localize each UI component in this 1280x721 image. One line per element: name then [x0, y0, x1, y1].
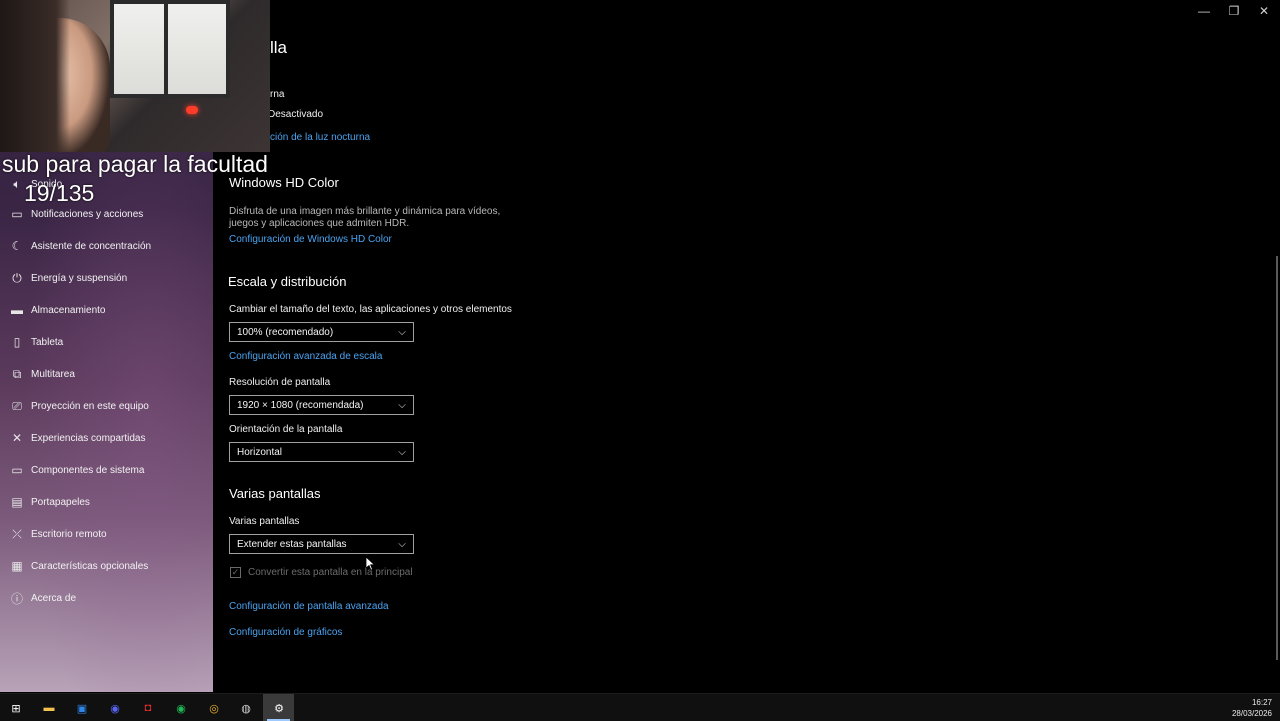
sidebar-item[interactable]: ▬ Almacenamiento: [0, 296, 213, 324]
spotify-icon[interactable]: ◉: [171, 698, 191, 718]
clock-time: 16:27: [1251, 698, 1272, 707]
night-light-settings-link[interactable]: ción de la luz nocturna: [270, 132, 370, 143]
minimize-button[interactable]: —: [1189, 2, 1219, 20]
sidebar-item-label: Notificaciones y acciones: [31, 208, 144, 220]
orientation-dropdown[interactable]: Horizontal ⌵: [229, 442, 414, 462]
start-icon[interactable]: ⊞: [6, 698, 26, 718]
sidebar-item-label: Asistente de concentración: [31, 240, 152, 252]
chevron-down-icon: ⌵: [398, 326, 406, 338]
storage-icon: ▬: [11, 303, 23, 317]
power-icon: ⏻: [12, 270, 22, 285]
sidebar-item-label: Multitarea: [31, 368, 75, 380]
night-light-status[interactable]: Desactivado: [268, 109, 323, 120]
system-components-icon: ▭: [11, 463, 23, 477]
discord-icon[interactable]: ◉: [105, 698, 125, 718]
sidebar-item[interactable]: ▯ Tableta: [0, 328, 213, 356]
restore-button[interactable]: ❐: [1219, 2, 1249, 20]
sidebar-item[interactable]: ⤫ Escritorio remoto: [0, 520, 213, 548]
sidebar-item[interactable]: ▭ Componentes de sistema: [0, 456, 213, 484]
projection-icon: ⎚: [12, 398, 22, 413]
clipboard-icon: ▤: [11, 495, 23, 509]
multiple-displays-dropdown[interactable]: Extender estas pantallas ⌵: [229, 534, 414, 554]
taskbar: ⊞ ▬ ▣ ◉ ◘ ◉ ◎ ◍ ⚙ 16:27 28/03/2026: [0, 693, 1280, 721]
sidebar-item-label: Portapapeles: [31, 496, 90, 508]
chevron-down-icon: ⌵: [398, 538, 406, 550]
mouse-cursor-icon: [366, 557, 376, 571]
sidebar-item[interactable]: ⧉ Multitarea: [0, 360, 213, 388]
sidebar-item-label: Proyección en este equipo: [31, 400, 149, 412]
tablet-icon: ▯: [13, 335, 21, 349]
sidebar-item[interactable]: ⎚ Proyección en este equipo: [0, 392, 213, 420]
app-red-icon[interactable]: ◘: [138, 698, 158, 718]
multiple-displays-heading: Varias pantallas: [229, 486, 321, 501]
orientation-label: Orientación de la pantalla: [229, 424, 343, 435]
settings-icon[interactable]: ⚙: [269, 698, 289, 718]
close-button[interactable]: ✕: [1249, 2, 1279, 20]
checkmark-icon: ✓: [231, 567, 240, 577]
about-icon: ⓘ: [10, 591, 23, 606]
chevron-down-icon: ⌵: [398, 399, 406, 411]
scale-heading: Escala y distribución: [228, 274, 347, 289]
webcam-overlay: [0, 0, 270, 152]
resolution-dropdown-value: 1920 × 1080 (recomendada): [237, 399, 364, 411]
sidebar-item[interactable]: ▦ Características opcionales: [0, 552, 213, 580]
store-icon[interactable]: ▣: [72, 698, 92, 718]
sidebar-item-label: Experiencias compartidas: [31, 432, 146, 444]
scale-dropdown-value: 100% (recomendado): [237, 326, 334, 338]
scale-dropdown[interactable]: 100% (recomendado) ⌵: [229, 322, 414, 342]
sidebar-item[interactable]: ☾ Asistente de concentración: [0, 232, 213, 260]
optional-features-icon: ▦: [11, 559, 23, 573]
sidebar-item-label: Almacenamiento: [31, 304, 106, 316]
sidebar-item-label: Componentes de sistema: [31, 464, 145, 476]
night-light-label: rna: [270, 89, 285, 100]
sidebar-item-label: Acerca de: [31, 592, 77, 604]
sidebar-item[interactable]: ⏻ Energía y suspensión: [0, 264, 213, 292]
orientation-dropdown-value: Horizontal: [237, 446, 283, 458]
webcam-red-light: [186, 106, 198, 114]
sidebar-item[interactable]: ⓘ Acerca de: [0, 584, 213, 612]
resolution-dropdown[interactable]: 1920 × 1080 (recomendada) ⌵: [229, 395, 414, 415]
advanced-display-link[interactable]: Configuración de pantalla avanzada: [229, 601, 389, 612]
taskbar-clock[interactable]: 16:27 28/03/2026: [1232, 697, 1272, 719]
file-explorer-icon[interactable]: ▬: [39, 698, 59, 718]
content-scrollbar[interactable]: [1276, 256, 1278, 660]
resolution-label: Resolución de pantalla: [229, 377, 331, 388]
multitasking-icon: ⧉: [12, 366, 22, 381]
sidebar-item-label: Características opcionales: [31, 560, 149, 572]
obs-icon[interactable]: ◍: [236, 698, 256, 718]
chevron-down-icon: ⌵: [398, 446, 406, 458]
stream-caption: sub para pagar la facultad: [2, 151, 268, 177]
scale-size-label: Cambiar el tamaño del texto, las aplicac…: [229, 304, 512, 315]
speaker-icon: 🔈︎: [13, 176, 21, 191]
multiple-displays-dropdown-value: Extender estas pantallas: [237, 538, 347, 550]
stream-counter: 19/135: [24, 180, 95, 206]
hdr-description: Disfruta de una imagen más brillante y d…: [229, 206, 501, 229]
sidebar-item-label: Energía y suspensión: [31, 272, 128, 284]
webcam-hair: [0, 0, 70, 152]
chrome-icon[interactable]: ◎: [204, 698, 224, 718]
remote-desktop-icon: ⤫: [12, 526, 22, 541]
focus-assist-icon: ☾: [11, 239, 23, 253]
graphics-settings-link[interactable]: Configuración de gráficos: [229, 627, 342, 638]
webcam-background-window: [110, 0, 230, 98]
notifications-icon: ▭: [11, 207, 23, 221]
advanced-scale-link[interactable]: Configuración avanzada de escala: [229, 351, 382, 362]
clock-date: 28/03/2026: [1231, 709, 1272, 718]
shared-experiences-icon: ✕: [11, 431, 23, 445]
sidebar-item-label: Tableta: [31, 336, 64, 348]
hdr-settings-link[interactable]: Configuración de Windows HD Color: [229, 234, 392, 245]
multiple-displays-label: Varias pantallas: [229, 516, 300, 527]
main-display-checkbox[interactable]: ✓: [230, 567, 241, 578]
sidebar-item[interactable]: ▤ Portapapeles: [0, 488, 213, 516]
sidebar-item[interactable]: ✕ Experiencias compartidas: [0, 424, 213, 452]
sidebar-item-label: Escritorio remoto: [31, 528, 107, 540]
page-title: lla: [270, 38, 288, 57]
main-display-checkbox-label: Convertir esta pantalla en la principal: [248, 567, 413, 578]
